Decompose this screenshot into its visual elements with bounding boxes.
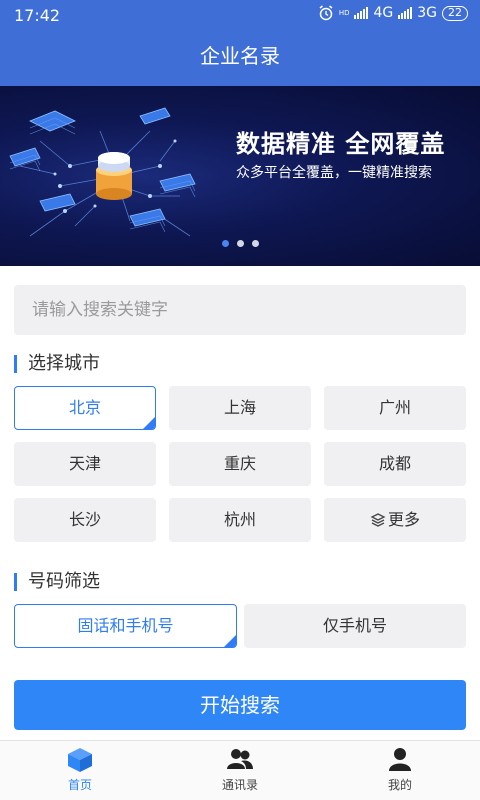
page-title: 企业名录: [0, 30, 480, 86]
network-label-1: 4G: [373, 5, 394, 21]
tab-profile[interactable]: 我的: [320, 741, 480, 800]
layers-icon: [370, 513, 386, 527]
tab-contacts-label: 通讯录: [221, 778, 258, 792]
alarm-icon: [319, 5, 333, 21]
status-icons: HD 4G 3G 22: [318, 5, 468, 21]
start-search-button[interactable]: 开始搜索: [14, 680, 466, 730]
city-section-title: 选择城市: [14, 353, 100, 375]
search-input[interactable]: [14, 285, 466, 335]
status-time: 17:42: [14, 6, 61, 25]
hd-label: HD: [338, 8, 350, 17]
data-network-illustration: [9, 107, 196, 237]
battery-icon: 22: [442, 5, 468, 21]
city-more-button[interactable]: 更多: [324, 498, 466, 542]
city-option-chengdu[interactable]: 成都: [324, 442, 466, 486]
filter-landline-and-mobile[interactable]: 固话和手机号: [14, 604, 237, 648]
network-label-2: 3G: [417, 5, 437, 21]
tab-profile-label: 我的: [387, 778, 412, 792]
city-option-hangzhou[interactable]: 杭州: [169, 498, 311, 542]
cube-icon: [68, 748, 92, 772]
city-option-chongqing[interactable]: 重庆: [169, 442, 311, 486]
signal-icon-2: [398, 7, 413, 19]
promo-banner[interactable]: 数据精准 全网覆盖 众多平台全覆盖，一键精准搜索: [0, 86, 480, 266]
banner-headline: 数据精准 全网覆盖: [236, 130, 446, 158]
carousel-dot[interactable]: [236, 240, 244, 247]
banner-subline: 众多平台全覆盖，一键精准搜索: [236, 165, 432, 181]
tab-contacts[interactable]: 通讯录: [160, 741, 320, 800]
city-option-changsha[interactable]: 长沙: [14, 498, 156, 542]
carousel-dot[interactable]: [251, 240, 259, 247]
person-icon: [389, 748, 411, 771]
status-bar: 17:42 HD 4G 3G 22: [0, 0, 480, 30]
city-option-tianjin[interactable]: 天津: [14, 442, 156, 486]
filter-mobile-only[interactable]: 仅手机号: [244, 604, 466, 648]
city-more-label: 更多: [387, 510, 420, 529]
number-filter-title: 号码筛选: [14, 571, 100, 593]
carousel-indicator[interactable]: [0, 240, 480, 247]
bottom-tab-bar: 首页 通讯录 我的: [0, 740, 480, 800]
tab-home[interactable]: 首页: [0, 741, 160, 800]
carousel-dot[interactable]: [221, 240, 229, 247]
city-option-guangzhou[interactable]: 广州: [324, 386, 466, 430]
tab-home-label: 首页: [67, 778, 92, 792]
contacts-icon: [227, 749, 253, 769]
city-option-beijing[interactable]: 北京: [14, 386, 156, 430]
signal-icon: [354, 7, 369, 19]
city-option-shanghai[interactable]: 上海: [169, 386, 311, 430]
